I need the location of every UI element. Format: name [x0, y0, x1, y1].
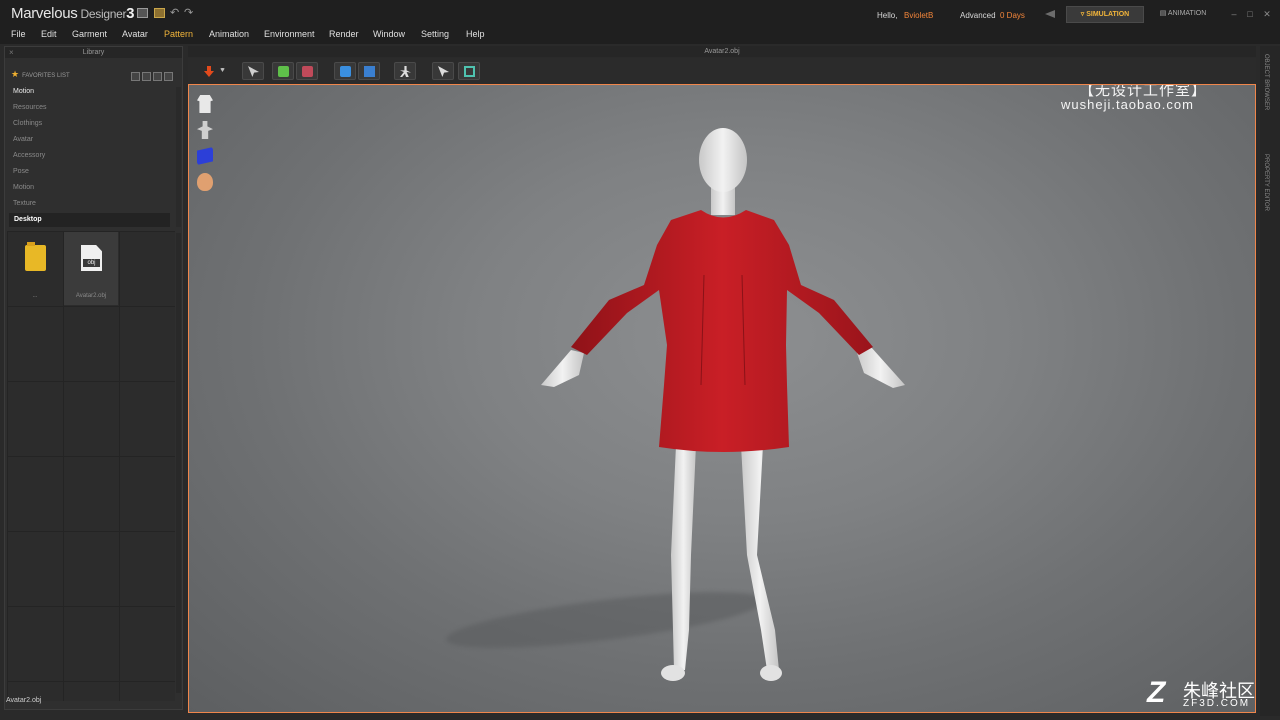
menu-environment[interactable]: Environment	[264, 29, 315, 39]
panel-close-icon[interactable]: ×	[9, 47, 14, 58]
shirt-green-icon	[278, 66, 289, 77]
menu-garment[interactable]: Garment	[72, 29, 107, 39]
menu-render[interactable]: Render	[329, 29, 359, 39]
avatar-right-foot	[760, 665, 782, 681]
property-editor-tab[interactable]: PROPERTY EDITOR	[1263, 154, 1269, 211]
avatar-head	[699, 128, 747, 192]
library-category[interactable]: Pose	[13, 168, 29, 175]
menu-bar: File Edit Garment Avatar Pattern Animati…	[0, 26, 1280, 44]
menu-avatar[interactable]: Avatar	[122, 29, 148, 39]
logo-mark: Z	[1147, 676, 1166, 709]
open-folder-icon[interactable]	[154, 8, 165, 18]
chevron-down-icon[interactable]	[220, 68, 225, 72]
object-browser-tab[interactable]: OBJECT BROWSER	[1263, 54, 1269, 110]
running-figure-icon	[400, 66, 411, 77]
file-grid-scrollbar[interactable]	[176, 233, 181, 693]
logo-site: ZF3D.COM	[1183, 698, 1251, 709]
notification-icon[interactable]	[1045, 10, 1055, 18]
corner-watermark-logo: Z 朱峰社区 ZF3D.COM	[1147, 676, 1275, 714]
license-label: Advanced	[960, 11, 996, 20]
avatar-right-hand	[856, 347, 905, 388]
viewport-title: Avatar2.obj	[188, 46, 1256, 57]
viewport-toolbar	[188, 58, 1256, 84]
arrangement-tool[interactable]	[334, 62, 356, 80]
library-tile-folder[interactable]: ...	[8, 232, 62, 305]
avatar-figure[interactable]	[189, 85, 1256, 713]
avatar-right-leg	[741, 445, 779, 670]
library-tile-file[interactable]: obj Avatar2.obj	[64, 232, 118, 305]
folder-icon	[25, 242, 46, 271]
menu-file[interactable]: File	[11, 29, 26, 39]
mesh-cursor-icon	[438, 66, 449, 77]
library-category[interactable]: Avatar	[13, 136, 33, 143]
library-category[interactable]: Texture	[13, 200, 36, 207]
category-scrollbar[interactable]	[176, 87, 181, 227]
cursor-icon	[248, 66, 259, 77]
menu-window[interactable]: Window	[373, 29, 405, 39]
red-dress	[571, 210, 873, 452]
obj-file-icon: obj	[81, 245, 102, 271]
save-icon[interactable]	[137, 8, 148, 18]
menu-setting[interactable]: Setting	[421, 29, 449, 39]
fold-tool[interactable]	[358, 62, 380, 80]
menu-edit[interactable]: Edit	[41, 29, 57, 39]
view-mode-icon[interactable]	[164, 72, 173, 81]
library-category-selected[interactable]: Desktop	[9, 213, 170, 227]
grid-tool[interactable]	[458, 62, 480, 80]
close-icon[interactable]: ✕	[1262, 10, 1272, 19]
watermark-url: wusheji.taobao.com	[1061, 97, 1194, 112]
avatar-left-foot	[661, 665, 685, 681]
avatar-left-leg	[671, 445, 696, 670]
shirt-red-icon	[302, 66, 313, 77]
library-category[interactable]: Clothings	[13, 120, 42, 127]
library-title: × Library	[5, 47, 182, 58]
app-window: Marvelous Designer3 ↶ ↷ Hello, BvioletB …	[0, 0, 1280, 720]
title-bar: Marvelous Designer3 ↶ ↷ Hello, BvioletB …	[0, 0, 1280, 26]
garment-tool-red[interactable]	[296, 62, 318, 80]
username-link[interactable]: BvioletB	[904, 11, 933, 20]
library-category[interactable]: Motion	[13, 184, 34, 191]
simulation-mode-button[interactable]: ▿ SIMULATION	[1066, 6, 1144, 23]
star-icon: ★	[11, 69, 20, 79]
arrangement-icon	[340, 66, 351, 77]
favorites-list-header[interactable]: ★ FAVORITES LIST	[11, 69, 70, 80]
library-file-grid: ... obj Avatar2.obj	[7, 231, 175, 701]
library-category[interactable]: Accessory	[13, 152, 45, 159]
refresh-icon[interactable]	[131, 72, 140, 81]
add-favorite-icon[interactable]	[142, 72, 151, 81]
select-move-tool[interactable]	[242, 62, 264, 80]
redo-icon[interactable]: ↷	[184, 8, 195, 19]
license-days: 0 Days	[1000, 11, 1025, 20]
library-toolbar	[131, 68, 181, 81]
avatar-left-hand	[541, 350, 584, 387]
select-mesh-tool[interactable]	[432, 62, 454, 80]
import-arrow-icon[interactable]	[200, 62, 217, 80]
library-panel: × Library ★ FAVORITES LIST Motion Resource…	[4, 46, 183, 710]
garment-tool-green[interactable]	[272, 62, 294, 80]
fold-icon	[364, 66, 375, 77]
library-category[interactable]: Resources	[13, 104, 46, 111]
status-file-name: Avatar2.obj	[6, 697, 42, 704]
tile-label: ...	[32, 293, 38, 299]
minimize-icon[interactable]: –	[1229, 10, 1239, 19]
menu-animation[interactable]: Animation	[209, 29, 249, 39]
menu-help[interactable]: Help	[466, 29, 485, 39]
greeting-label: Hello,	[877, 11, 898, 20]
tile-label: Avatar2.obj	[75, 293, 107, 299]
3d-viewport[interactable]: 【无设计工作室】 wusheji.taobao.com	[188, 84, 1256, 713]
animation-mode-button[interactable]: ▤ ANIMATION	[1146, 6, 1220, 23]
menu-pattern[interactable]: Pattern	[164, 29, 193, 39]
grid-icon	[464, 66, 475, 77]
pose-tool[interactable]	[394, 62, 416, 80]
restore-icon[interactable]: □	[1245, 10, 1255, 19]
right-side-panel: OBJECT BROWSER PROPERTY EDITOR	[1260, 46, 1280, 716]
edit-icon[interactable]	[153, 72, 162, 81]
undo-icon[interactable]: ↶	[170, 8, 181, 19]
app-logo: Marvelous Designer3	[11, 5, 135, 22]
library-category[interactable]: Motion	[13, 88, 34, 95]
